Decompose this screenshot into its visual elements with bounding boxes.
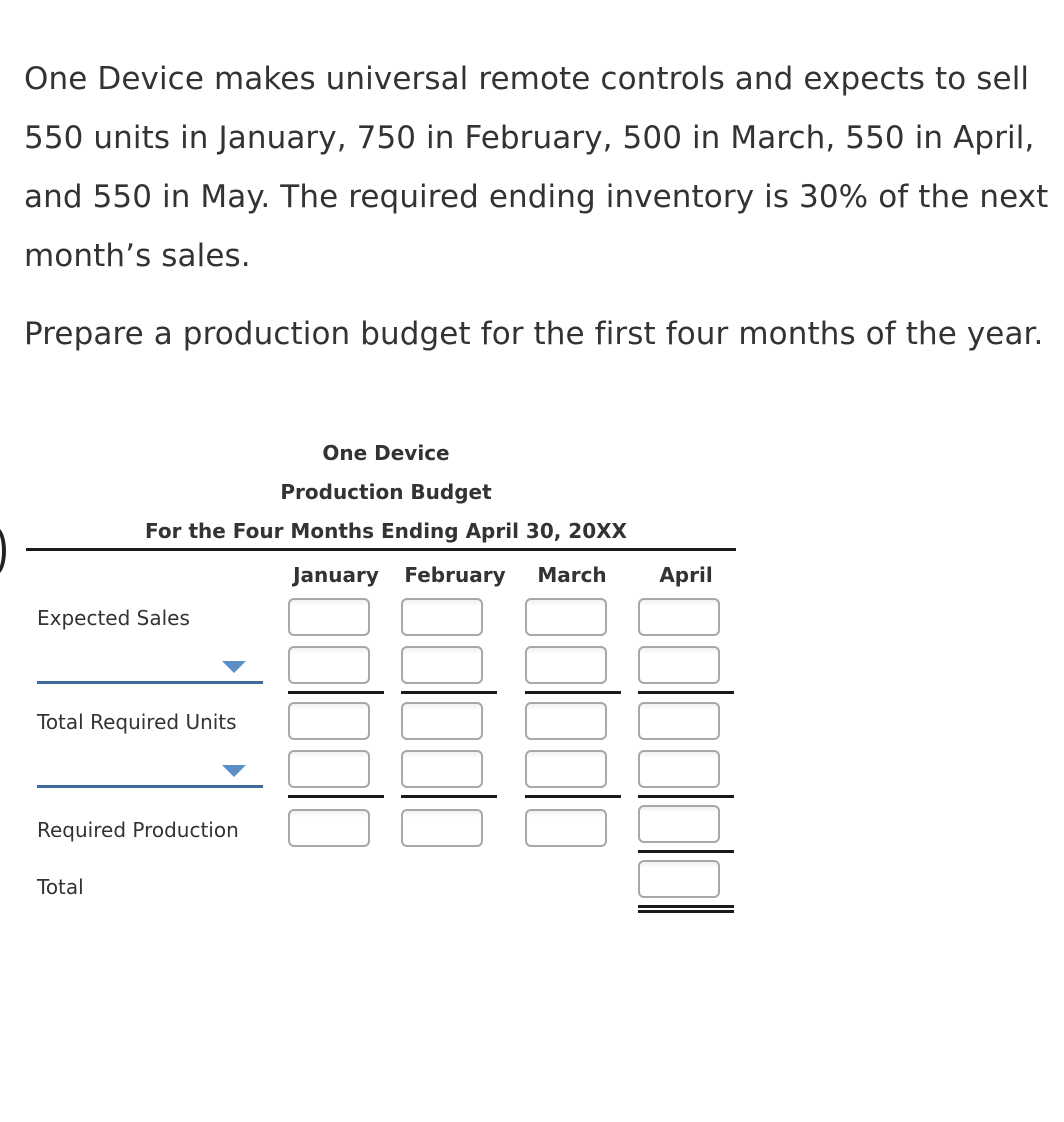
total-required-units-april-input[interactable] bbox=[638, 702, 720, 740]
dropdown-underline bbox=[37, 681, 263, 684]
row-4-february-input[interactable] bbox=[401, 750, 483, 788]
column-header-january: January bbox=[293, 563, 379, 587]
problem-instruction: Prepare a production budget for the firs… bbox=[24, 316, 1044, 352]
row-2-january-input[interactable] bbox=[288, 646, 370, 684]
subtotal-rule bbox=[288, 795, 384, 798]
total-required-units-january-input[interactable] bbox=[288, 702, 370, 740]
dropdown-arrow-icon bbox=[222, 661, 246, 673]
row-label-required-production: Required Production bbox=[37, 818, 239, 842]
row-label-total-required-units: Total Required Units bbox=[37, 710, 237, 734]
column-header-april: April bbox=[659, 563, 713, 587]
row-4-march-input[interactable] bbox=[525, 750, 607, 788]
expected-sales-january-input[interactable] bbox=[288, 598, 370, 636]
dropdown-underline bbox=[37, 785, 263, 788]
column-header-february: February bbox=[404, 563, 506, 587]
subtotal-rule bbox=[288, 691, 384, 694]
total-production-input[interactable] bbox=[638, 860, 720, 898]
subtotal-rule bbox=[525, 795, 621, 798]
row-4-april-input[interactable] bbox=[638, 750, 720, 788]
required-production-january-input[interactable] bbox=[288, 809, 370, 847]
total-required-units-march-input[interactable] bbox=[525, 702, 607, 740]
problem-statement: One Device makes universal remote contro… bbox=[24, 61, 1049, 274]
required-production-march-input[interactable] bbox=[525, 809, 607, 847]
row-2-label-dropdown[interactable] bbox=[37, 652, 263, 684]
row-4-january-input[interactable] bbox=[288, 750, 370, 788]
subtotal-rule bbox=[401, 691, 497, 694]
budget-company-name: One Device bbox=[322, 441, 450, 465]
required-production-april-input[interactable] bbox=[638, 805, 720, 843]
row-2-april-input[interactable] bbox=[638, 646, 720, 684]
row-2-march-input[interactable] bbox=[525, 646, 607, 684]
subtotal-rule bbox=[525, 691, 621, 694]
grand-total-double-rule bbox=[638, 905, 734, 913]
budget-title: Production Budget bbox=[280, 480, 492, 504]
subtotal-rule bbox=[638, 850, 734, 853]
row-4-label-dropdown[interactable] bbox=[37, 756, 263, 788]
row-2-february-input[interactable] bbox=[401, 646, 483, 684]
row-label-expected-sales: Expected Sales bbox=[37, 606, 190, 630]
total-required-units-february-input[interactable] bbox=[401, 702, 483, 740]
subtotal-rule bbox=[638, 795, 734, 798]
subtotal-rule bbox=[638, 691, 734, 694]
expected-sales-february-input[interactable] bbox=[401, 598, 483, 636]
subtotal-rule bbox=[401, 795, 497, 798]
dropdown-arrow-icon bbox=[222, 765, 246, 777]
expected-sales-april-input[interactable] bbox=[638, 598, 720, 636]
required-production-february-input[interactable] bbox=[401, 809, 483, 847]
row-label-total: Total bbox=[37, 875, 84, 899]
budget-period: For the Four Months Ending April 30, 20X… bbox=[145, 519, 627, 543]
header-divider bbox=[26, 548, 736, 551]
expected-sales-march-input[interactable] bbox=[525, 598, 607, 636]
column-header-march: March bbox=[537, 563, 607, 587]
